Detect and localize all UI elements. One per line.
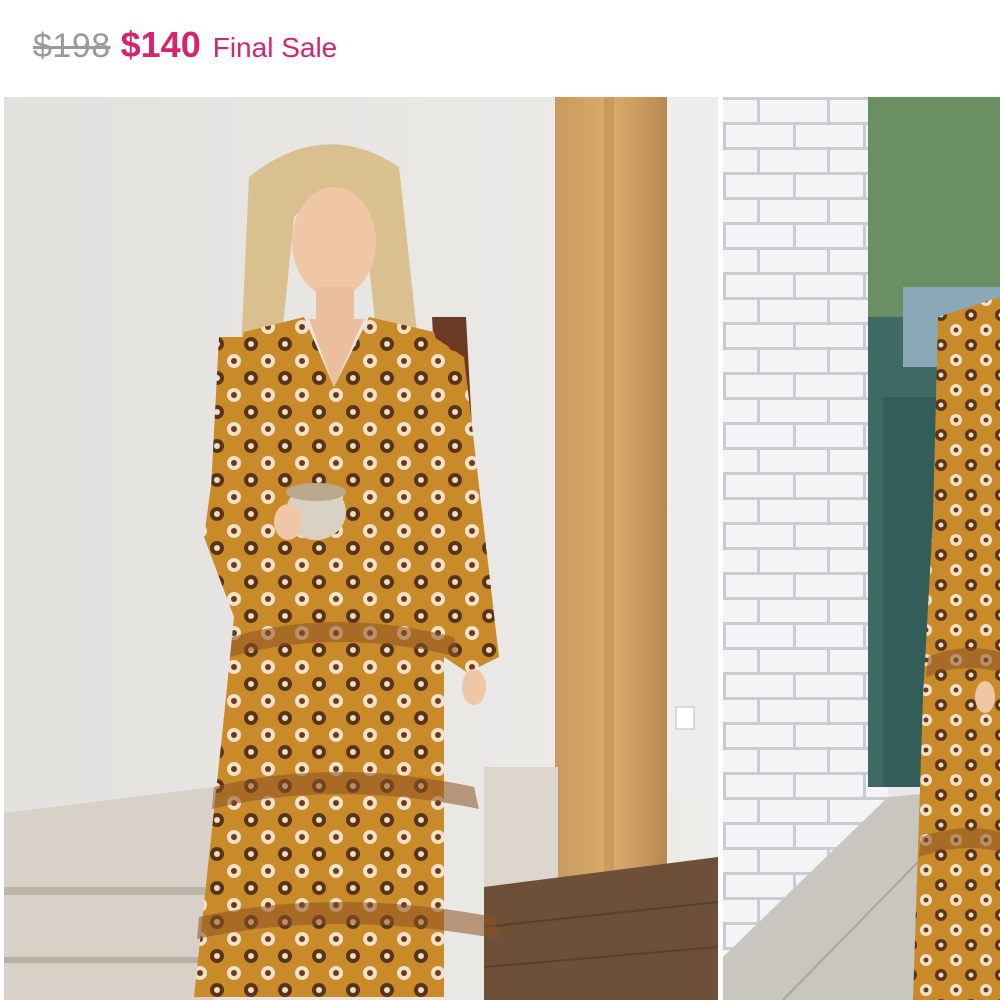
product-photo-side-image [723,97,1000,1000]
product-photo-front[interactable] [4,97,718,1000]
product-photo-side[interactable] [723,97,1000,1000]
original-price: $198 [33,27,111,65]
product-photo-front-image [4,97,718,1000]
sale-price: $140 [120,24,201,65]
price-header: $198 $140 Final Sale [0,0,1000,97]
product-image-gallery[interactable] [0,97,1000,1000]
price-row: $198 $140 Final Sale [33,24,337,66]
final-sale-label: Final Sale [212,32,338,63]
